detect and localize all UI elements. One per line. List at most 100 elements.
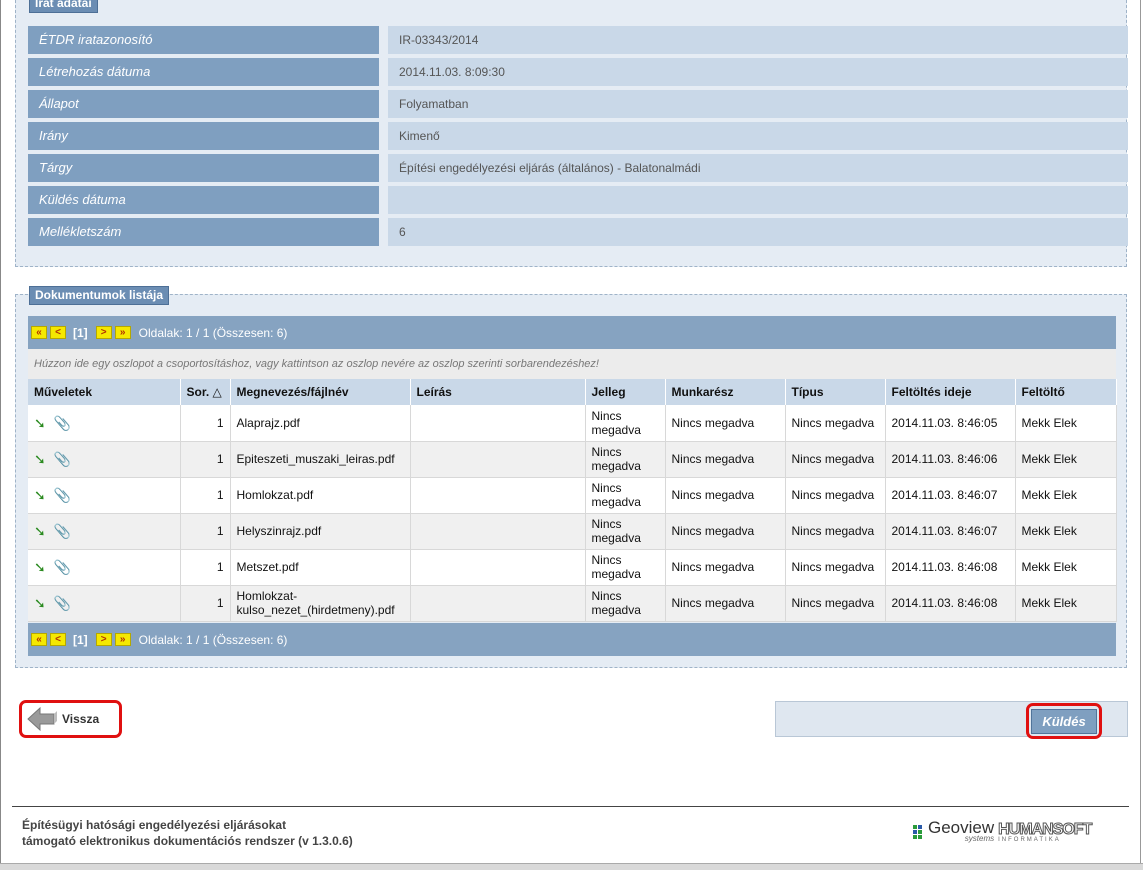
col-header-leiras[interactable]: Leírás (410, 379, 586, 405)
paperclip-icon[interactable]: 📎 (54, 416, 71, 430)
sor-cell: 1 (180, 513, 231, 550)
ops-cell: ➘ 📎 (28, 513, 181, 550)
prop-value: Folyamatban (388, 90, 1128, 118)
prop-row-irany: Irány Kimenő (28, 122, 1128, 150)
paperclip-icon[interactable]: 📎 (54, 452, 71, 466)
prev-page-button[interactable]: < (50, 326, 66, 339)
page-info: Oldalak: 1 / 1 (Összesen: 6) (138, 632, 288, 647)
description-cell (410, 405, 586, 442)
filename-cell: Homlokzat.pdf (230, 477, 411, 514)
col-header-megnevezes[interactable]: Megnevezés/fájlnév (230, 379, 411, 405)
paperclip-icon[interactable]: 📎 (54, 524, 71, 538)
documents-table: Műveletek Sor. △ Megnevezés/fájlnév Leír… (28, 379, 1117, 622)
geoview-logo-icon (913, 824, 922, 839)
paperclip-icon[interactable]: 📎 (54, 560, 71, 574)
back-button[interactable]: Vissza (19, 700, 122, 738)
footer-divider (12, 806, 1129, 807)
footer-line-2: támogató elektronikus dokumentációs rend… (22, 834, 353, 848)
description-cell (410, 441, 586, 478)
upload-time-cell: 2014.11.03. 8:46:08 (885, 549, 1016, 586)
table-header-row: Műveletek Sor. △ Megnevezés/fájlnév Leír… (28, 379, 1117, 405)
upload-time-cell: 2014.11.03. 8:46:07 (885, 477, 1016, 514)
uploader-cell: Mekk Elek (1015, 513, 1117, 550)
page-info: Oldalak: 1 / 1 (Összesen: 6) (138, 325, 288, 340)
pager-top: « < [1] > » Oldalak: 1 / 1 (Összesen: 6) (28, 316, 1116, 349)
sor-cell: 1 (180, 477, 231, 514)
prop-row-targy: Tárgy Építési engedélyezési eljárás (ált… (28, 154, 1128, 182)
col-header-sor[interactable]: Sor. △ (180, 379, 231, 405)
download-icon[interactable]: ➘ (34, 452, 46, 466)
download-icon[interactable]: ➘ (34, 524, 46, 538)
prop-value: 6 (388, 218, 1128, 246)
prop-value: Építési engedélyezési eljárás (általános… (388, 154, 1128, 182)
irat-adatai-panel: Irat adatai ÉTDR iratazonosító IR-03343/… (15, 0, 1128, 267)
jelleg-cell: Nincs megadva (585, 405, 666, 442)
col-header-munkaresz[interactable]: Munkarész (665, 379, 786, 405)
pager-bottom: « < [1] > » Oldalak: 1 / 1 (Összesen: 6) (28, 623, 1116, 656)
description-cell (410, 549, 586, 586)
description-cell (410, 513, 586, 550)
table-row: ➘ 📎 1 Homlokzat.pdf Nincs megadva Nincs … (28, 477, 1117, 514)
first-page-button[interactable]: « (31, 633, 47, 646)
send-button[interactable]: Küldés (1026, 703, 1102, 739)
munkaresz-cell: Nincs megadva (665, 405, 786, 442)
tipus-cell: Nincs megadva (785, 405, 886, 442)
first-page-button[interactable]: « (31, 326, 47, 339)
download-icon[interactable]: ➘ (34, 596, 46, 610)
next-page-button[interactable]: > (95, 633, 112, 646)
filename-cell: Epiteszeti_muszaki_leiras.pdf (230, 441, 411, 478)
prop-label: Mellékletszám (28, 218, 379, 246)
prop-label: Tárgy (28, 154, 379, 182)
dokumentumok-legend: Dokumentumok listája (29, 286, 170, 305)
filename-cell: Helyszinrajz.pdf (230, 513, 411, 550)
current-page[interactable]: [1] (73, 633, 88, 647)
prop-value: IR-03343/2014 (388, 26, 1128, 54)
prop-label: Létrehozás dátuma (28, 58, 379, 86)
jelleg-cell: Nincs megadva (585, 477, 666, 514)
munkaresz-cell: Nincs megadva (665, 549, 786, 586)
footer-line-1: Építésügyi hatósági engedélyezési eljárá… (22, 818, 287, 832)
col-header-tipus[interactable]: Típus (785, 379, 886, 405)
last-page-button[interactable]: » (114, 326, 131, 339)
prop-label: Küldés dátuma (28, 186, 379, 214)
ops-cell: ➘ 📎 (28, 405, 181, 442)
next-page-button[interactable]: > (95, 326, 112, 339)
description-cell (410, 477, 586, 514)
download-icon[interactable]: ➘ (34, 560, 46, 574)
jelleg-cell: Nincs megadva (585, 441, 666, 478)
last-page-button[interactable]: » (114, 633, 131, 646)
col-header-muveletek[interactable]: Műveletek (28, 379, 181, 405)
paperclip-icon[interactable]: 📎 (54, 488, 71, 502)
paperclip-icon[interactable]: 📎 (54, 596, 71, 610)
col-header-feltoltes-ideje[interactable]: Feltöltés ideje (885, 379, 1016, 405)
prop-row-allapot: Állapot Folyamatban (28, 90, 1128, 118)
sor-cell: 1 (180, 441, 231, 478)
table-row: ➘ 📎 1 Helyszinrajz.pdf Nincs megadva Nin… (28, 513, 1117, 550)
munkaresz-cell: Nincs megadva (665, 441, 786, 478)
upload-time-cell: 2014.11.03. 8:46:06 (885, 441, 1016, 478)
back-arrow-icon (27, 706, 57, 732)
dokumentumok-panel: Dokumentumok listája « < [1] > » Oldalak… (15, 286, 1127, 668)
tipus-cell: Nincs megadva (785, 441, 886, 478)
jelleg-cell: Nincs megadva (585, 585, 666, 622)
col-header-feltolto[interactable]: Feltöltő (1015, 379, 1117, 405)
group-by-hint[interactable]: Húzzon ide egy oszlopot a csoportosításh… (28, 349, 1116, 379)
munkaresz-cell: Nincs megadva (665, 513, 786, 550)
download-icon[interactable]: ➘ (34, 488, 46, 502)
prop-value: 2014.11.03. 8:09:30 (388, 58, 1128, 86)
footer-text: Építésügyi hatósági engedélyezési eljárá… (22, 817, 353, 849)
prev-page-button[interactable]: < (50, 633, 66, 646)
current-page[interactable]: [1] (73, 326, 88, 340)
description-cell (410, 585, 586, 622)
prop-value (388, 186, 1128, 214)
upload-time-cell: 2014.11.03. 8:46:07 (885, 513, 1016, 550)
tipus-cell: Nincs megadva (785, 585, 886, 622)
ops-cell: ➘ 📎 (28, 549, 181, 586)
prop-row-kuldes-datuma: Küldés dátuma (28, 186, 1128, 214)
humansoft-logo: HUMANSOFT INFORMATIKA (998, 820, 1093, 843)
download-icon[interactable]: ➘ (34, 416, 46, 430)
geoview-logo: Geoview systems (928, 818, 995, 843)
col-header-jelleg[interactable]: Jelleg (585, 379, 666, 405)
uploader-cell: Mekk Elek (1015, 477, 1117, 514)
jelleg-cell: Nincs megadva (585, 549, 666, 586)
